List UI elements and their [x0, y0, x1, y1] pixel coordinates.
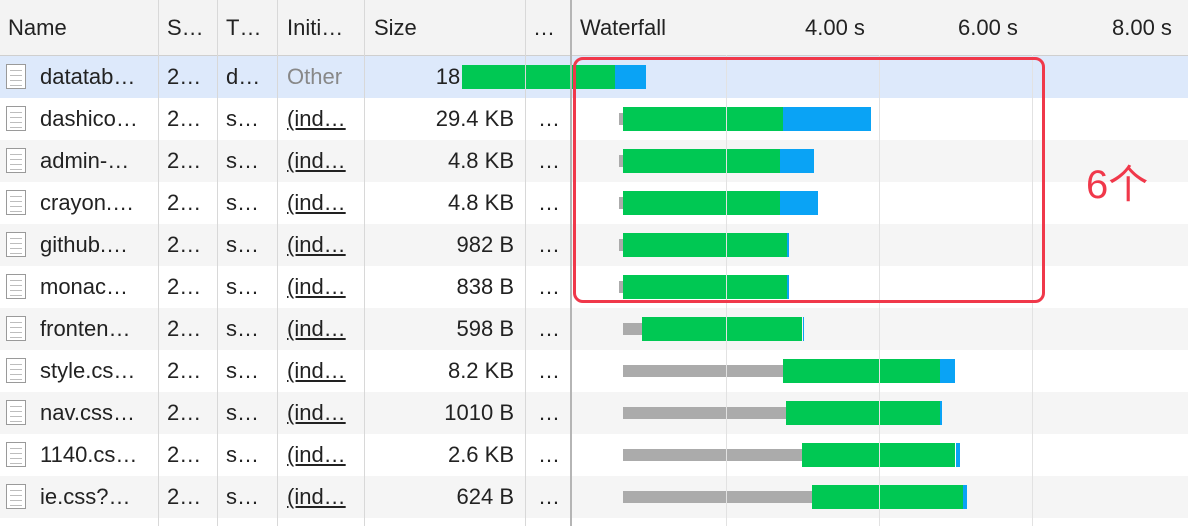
column-header-name[interactable]: Name [8, 0, 67, 55]
waterfall-queued-segment [622, 365, 784, 377]
column-divider[interactable] [277, 0, 278, 526]
annotation-highlight-box [573, 57, 1045, 303]
column-header-initiator[interactable]: Initi… [287, 0, 343, 55]
table-row[interactable]: nav.css… 2… s… (ind… 1010 B… [0, 392, 1188, 434]
column-header-size[interactable]: Size [374, 0, 417, 55]
table-header: Name S… T… Initi… Size … Waterfall 4.00 … [0, 0, 1188, 56]
table-row[interactable]: 1140.cs… 2… s… (ind… 2.6 KB… [0, 434, 1188, 476]
waterfall-bar[interactable] [0, 359, 1188, 383]
waterfall-queued-segment [622, 407, 786, 419]
waterfall-queued-segment [622, 491, 813, 503]
waterfall-bar[interactable] [0, 317, 1188, 341]
column-divider[interactable] [525, 0, 526, 526]
waterfall-bar[interactable] [0, 485, 1188, 509]
waterfall-queued-segment [622, 323, 642, 335]
waterfall-download-segment [802, 317, 805, 341]
time-tick-label: 6.00 s [958, 15, 1018, 40]
table-row[interactable]: fronten… 2… s… (ind… 598 B… [0, 308, 1188, 350]
waterfall-waiting-segment [641, 317, 803, 341]
waterfall-download-segment [955, 443, 961, 467]
waterfall-bar[interactable] [0, 401, 1188, 425]
time-tick-label: 8.00 s [1112, 15, 1172, 40]
time-tick-label: 4.00 s [805, 15, 865, 40]
table-row[interactable]: style.cs… 2… s… (ind… 8.2 KB… [0, 350, 1188, 392]
column-header-type[interactable]: T… [226, 0, 261, 55]
waterfall-download-segment [940, 401, 942, 425]
waterfall-download-segment [940, 359, 956, 383]
column-header-more[interactable]: … [533, 0, 555, 55]
column-divider[interactable] [570, 0, 572, 526]
column-header-waterfall[interactable]: Waterfall [580, 0, 666, 55]
waterfall-queued-segment [622, 449, 802, 461]
waterfall-waiting-segment [783, 359, 941, 383]
waterfall-download-segment [963, 485, 967, 509]
column-divider[interactable] [364, 0, 365, 526]
waterfall-waiting-segment [785, 401, 941, 425]
network-panel: datatab…2…d…Other18.7 KB…dashico…2…s…(in… [0, 0, 1188, 526]
waterfall-bar[interactable] [0, 443, 1188, 467]
waterfall-waiting-segment [812, 485, 964, 509]
annotation-label: 6个 [1086, 163, 1149, 207]
table-row[interactable]: ie.css?… 2… s… (ind… 624 B… [0, 476, 1188, 518]
column-divider[interactable] [217, 0, 218, 526]
column-header-status[interactable]: S… [167, 0, 204, 55]
column-divider[interactable] [158, 0, 159, 526]
